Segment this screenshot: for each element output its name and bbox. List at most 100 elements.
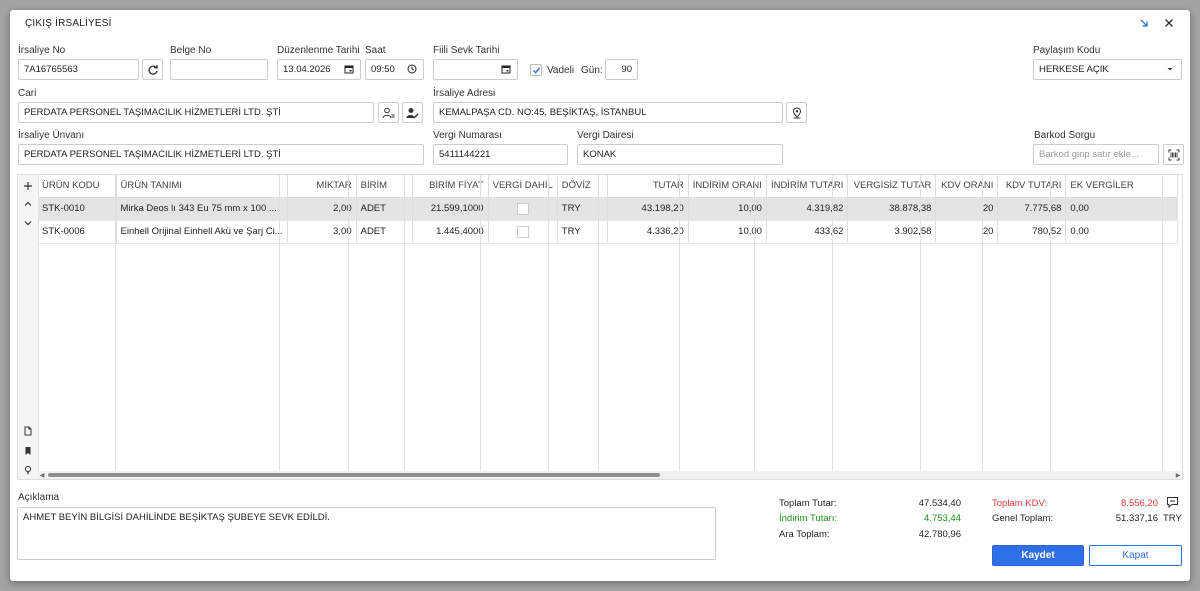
vergi-dahil-checkbox[interactable]	[516, 225, 529, 238]
column-divider	[832, 175, 833, 471]
cari-input[interactable]	[18, 102, 374, 123]
cell-indirim-tutari[interactable]: 4.319,82	[766, 197, 849, 221]
minimize-arrow-icon[interactable]	[1137, 16, 1151, 30]
saat-input[interactable]: 09:50	[365, 59, 424, 80]
col-header-doviz[interactable]: DÖVİZ	[557, 175, 608, 198]
col-header-urun-tanimi[interactable]: ÜRÜN TANIMI	[116, 175, 288, 198]
cell-vergisiz-tutar[interactable]: 3.902,58	[847, 220, 937, 244]
paylasim-kodu-select[interactable]: HERKESE AÇIK	[1033, 59, 1182, 80]
duzenlenme-tarihi-input[interactable]: 13.04.2026	[277, 59, 361, 80]
cell-urun-tanimi[interactable]: Mirka Deos lı 343 Eu 75 mm x 100 ...	[116, 197, 288, 221]
cell-miktar[interactable]: 2,00	[287, 197, 357, 221]
cell-miktar[interactable]: 3,00	[287, 220, 357, 244]
col-header-miktar[interactable]: MİKTAR	[287, 175, 357, 198]
cell-kdv-orani[interactable]: 20	[935, 197, 999, 221]
col-header-birim-fiyat[interactable]: BİRİM FİYAT	[412, 175, 489, 198]
ara-toplam-label: Ara Toplam:	[779, 529, 830, 540]
close-button[interactable]: Kapat	[1089, 545, 1182, 566]
table-row[interactable]: STK-0006 Einhell Orijinal Einhell Akü ve…	[38, 220, 1179, 244]
dropdown-arrow-icon	[1164, 63, 1176, 75]
add-row-icon[interactable]	[21, 179, 35, 193]
irsaliye-unvani-input[interactable]	[18, 144, 424, 165]
move-up-icon[interactable]	[21, 197, 35, 211]
column-divider	[598, 175, 599, 471]
cell-doviz[interactable]: TRY	[557, 197, 608, 221]
bookmark-icon[interactable]	[21, 444, 35, 458]
cell-doviz[interactable]: TRY	[557, 220, 608, 244]
col-header-indirim-tutari[interactable]: İNDİRİM TUTARI	[766, 175, 849, 198]
fiili-sevk-tarihi-input[interactable]	[433, 59, 518, 80]
column-divider	[1050, 175, 1051, 471]
address-location-button[interactable]	[786, 102, 807, 123]
col-header-vergisiz-tutar[interactable]: VERGİSİZ TUTAR	[847, 175, 937, 198]
move-down-icon[interactable]	[21, 216, 35, 230]
product-table: ÜRÜN KODU ÜRÜN TANIMI MİKTAR BİRİM BİRİM…	[38, 175, 1179, 244]
vergi-dairesi-label: Vergi Dairesi	[577, 130, 634, 141]
cell-urun-kodu[interactable]: STK-0010	[38, 197, 117, 221]
col-header-kdv-tutari[interactable]: KDV TUTARI	[997, 175, 1067, 198]
gun-input[interactable]	[605, 59, 638, 80]
cell-tutar[interactable]: 4.336,20	[607, 220, 689, 244]
cell-vergi-dahil[interactable]	[488, 220, 558, 244]
vadeli-checkbox[interactable]	[530, 64, 542, 76]
irsaliye-adresi-input[interactable]	[433, 102, 783, 123]
save-button[interactable]: Kaydet	[992, 545, 1084, 566]
scroll-left-icon[interactable]: ◀	[38, 471, 46, 479]
lightbulb-icon[interactable]	[21, 463, 35, 477]
cari-list-button[interactable]	[378, 102, 399, 123]
horizontal-scrollbar[interactable]: ◀ ▶	[38, 471, 1182, 479]
col-header-vergi-dahil[interactable]: VERGİ DAHİL	[488, 175, 558, 198]
vergi-dairesi-input[interactable]	[577, 144, 783, 165]
column-divider	[982, 175, 983, 471]
vergi-numarasi-input[interactable]	[433, 144, 568, 165]
irsaliye-no-input[interactable]	[18, 59, 139, 80]
scroll-right-icon[interactable]: ▶	[1174, 471, 1182, 479]
toplam-tutar-label: Toplam Tutar:	[779, 498, 837, 509]
genel-toplam-label: Genel Toplam:	[992, 513, 1054, 524]
cell-tutar[interactable]: 43.198,20	[607, 197, 689, 221]
col-header-tutar[interactable]: TUTAR	[607, 175, 689, 198]
irsaliye-unvani-label: İrsaliye Ünvanı	[18, 130, 85, 141]
user-list-icon	[382, 107, 395, 118]
user-edit-icon	[406, 107, 419, 118]
cell-kdv-tutari[interactable]: 7.775,68	[997, 197, 1067, 221]
toplam-kdv-label: Toplam KDV:	[992, 498, 1048, 509]
refresh-button[interactable]	[142, 59, 163, 80]
vergi-dahil-checkbox[interactable]	[516, 202, 529, 215]
column-divider	[754, 175, 755, 471]
belge-no-input[interactable]	[170, 59, 268, 80]
cell-birim-fiyat[interactable]: 21.599,1000	[412, 197, 489, 221]
cell-birim-fiyat[interactable]: 1.445,4000	[412, 220, 489, 244]
aciklama-textarea[interactable]: AHMET BEYİN BİLGİSİ DAHİLİNDE BEŞİKTAŞ Ş…	[17, 507, 716, 560]
dialog: ÇIKIŞ İRSALİYESİ İrsaliye No Belge No Dü…	[10, 10, 1190, 581]
cell-urun-kodu[interactable]: STK-0006	[38, 220, 117, 244]
cell-vergi-dahil[interactable]	[488, 197, 558, 221]
cell-indirim-tutari[interactable]: 433,62	[766, 220, 849, 244]
barkod-sorgu-input[interactable]	[1033, 144, 1159, 165]
col-header-kdv-orani[interactable]: KDV ORANI	[935, 175, 999, 198]
col-header-urun-kodu[interactable]: ÜRÜN KODU	[38, 175, 117, 198]
column-divider	[920, 175, 921, 471]
close-icon[interactable]	[1162, 16, 1176, 30]
calendar-icon[interactable]	[343, 63, 355, 75]
column-divider	[279, 175, 280, 471]
barcode-scan-button[interactable]	[1163, 144, 1184, 165]
comment-icon[interactable]	[1166, 496, 1179, 509]
cell-urun-tanimi[interactable]: Einhell Orijinal Einhell Akü ve Şarj Ci.…	[116, 220, 288, 244]
clock-icon[interactable]	[406, 63, 418, 75]
column-divider	[679, 175, 680, 471]
vergi-numarasi-label: Vergi Numarası	[433, 130, 502, 141]
cell-vergisiz-tutar[interactable]: 38.878,38	[847, 197, 937, 221]
cell-kdv-orani[interactable]: 20	[935, 220, 999, 244]
table-row[interactable]: STK-0010 Mirka Deos lı 343 Eu 75 mm x 10…	[38, 197, 1179, 221]
calendar-icon[interactable]	[500, 63, 512, 75]
belge-no-label: Belge No	[170, 45, 212, 56]
cari-edit-button[interactable]	[402, 102, 423, 123]
genel-toplam-value: 51.337,16	[1115, 513, 1158, 524]
cari-label: Cari	[18, 88, 37, 99]
cell-kdv-tutari[interactable]: 780,52	[997, 220, 1067, 244]
grid-side-toolbar	[18, 175, 39, 479]
document-icon[interactable]	[21, 424, 35, 438]
scrollbar-thumb[interactable]	[48, 473, 660, 477]
dialog-title: ÇIKIŞ İRSALİYESİ	[25, 18, 112, 29]
